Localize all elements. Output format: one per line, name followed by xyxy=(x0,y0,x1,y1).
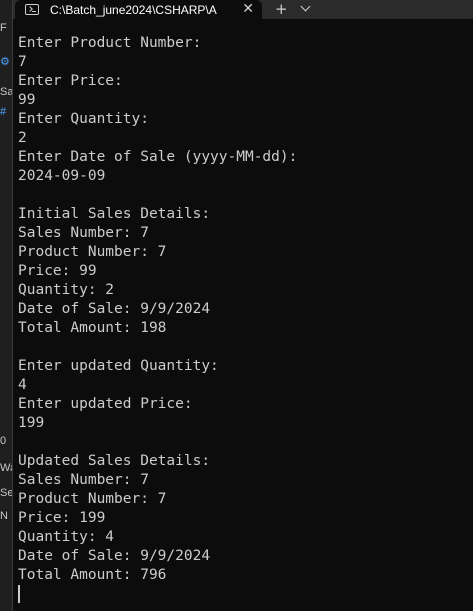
terminal-line: Enter updated Price: xyxy=(18,396,193,412)
tab-title: C:\Batch_june2024\CSHARP\A xyxy=(50,2,217,17)
background-text-fragment: Wa xyxy=(0,462,12,474)
terminal-line: Date of Sale: 9/9/2024 xyxy=(18,301,211,317)
terminal-line: Quantity: 4 xyxy=(18,529,115,545)
terminal-line: Price: 199 xyxy=(18,510,106,526)
prompt-line xyxy=(18,585,297,604)
terminal-icon xyxy=(25,4,39,15)
title-bar[interactable]: C:\Batch_june2024\CSHARP\A ✕ + xyxy=(13,0,473,19)
terminal-line: Enter updated Quantity: xyxy=(18,358,219,374)
terminal-line: Total Amount: 796 xyxy=(18,567,167,583)
terminal-line: 7 xyxy=(18,54,27,70)
terminal-line: Sales Number: 7 xyxy=(18,472,149,488)
terminal-line: 2 xyxy=(18,130,27,146)
terminal-line: 4 xyxy=(18,377,27,393)
new-tab-button[interactable]: + xyxy=(275,0,288,19)
terminal-line: Quantity: 2 xyxy=(18,282,115,298)
terminal-line: Product Number: 7 xyxy=(18,491,167,507)
background-text-fragment: 0 xyxy=(0,435,7,447)
background-text-fragment: Se xyxy=(0,487,12,499)
terminal-line: Date of Sale: 9/9/2024 xyxy=(18,548,211,564)
chevron-down-icon[interactable] xyxy=(300,1,311,12)
terminal-line: Enter Date of Sale (yyyy-MM-dd): xyxy=(18,149,298,165)
terminal-line: Total Amount: 198 xyxy=(18,320,167,336)
terminal-line: Initial Sales Details: xyxy=(18,206,211,222)
terminal-line: 199 xyxy=(18,415,45,431)
terminal-tab[interactable]: C:\Batch_june2024\CSHARP\A ✕ xyxy=(15,0,262,19)
terminal-line: Product Number: 7 xyxy=(18,244,167,260)
terminal-window: C:\Batch_june2024\CSHARP\A ✕ + Enter Pro… xyxy=(12,0,473,611)
close-tab-button[interactable]: ✕ xyxy=(242,1,254,18)
terminal-line: Price: 99 xyxy=(18,263,97,279)
text-cursor xyxy=(18,585,20,603)
background-text-fragment: # xyxy=(0,106,7,118)
terminal-line: Enter Price: xyxy=(18,73,123,89)
background-text-fragment: N xyxy=(0,510,8,522)
terminal-line: Enter Quantity: xyxy=(18,111,149,127)
background-icon-fragment: ⚙ xyxy=(0,56,10,68)
terminal-line: Enter Product Number: xyxy=(18,35,202,51)
terminal-output[interactable]: Enter Product Number: 7 Enter Price: 99 Ente… xyxy=(18,34,297,604)
terminal-line: 99 xyxy=(18,92,36,108)
background-text-fragment: Sal xyxy=(0,86,12,98)
terminal-line: 2024-09-09 xyxy=(18,168,106,184)
terminal-line: Updated Sales Details: xyxy=(18,453,211,469)
background-window-strip: F ⚙ Sal # 0 Wa Se N xyxy=(0,0,12,611)
background-text-fragment: F xyxy=(0,22,7,34)
terminal-line: Sales Number: 7 xyxy=(18,225,149,241)
